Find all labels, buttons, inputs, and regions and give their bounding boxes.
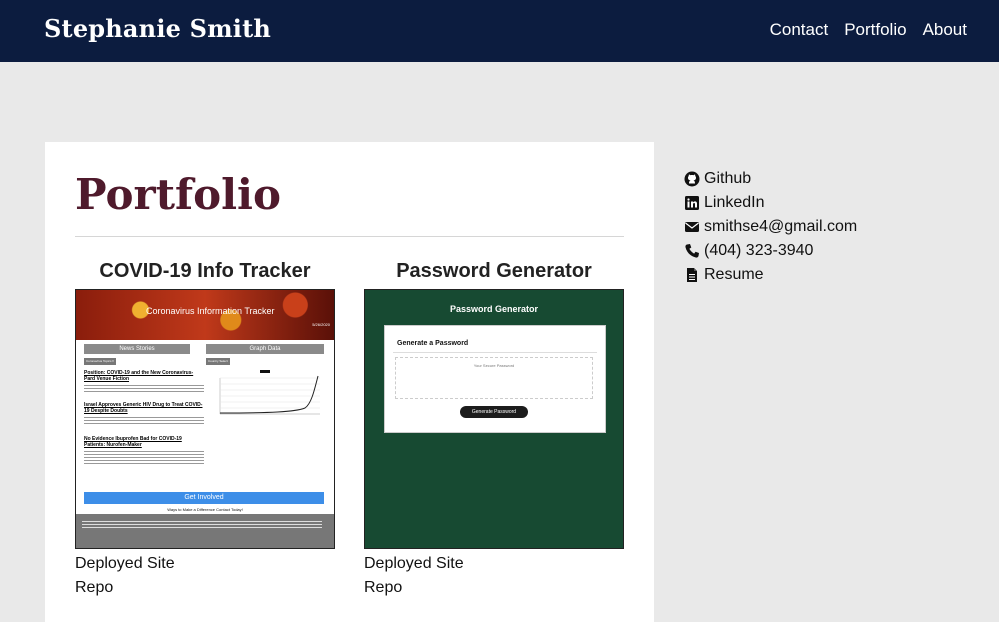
thumbnail-password-area: Your Secure Password bbox=[395, 357, 593, 399]
nav-links: Contact Portfolio About bbox=[770, 20, 967, 40]
linkedin-icon bbox=[685, 196, 699, 210]
thumbnail-news-text bbox=[84, 450, 204, 464]
repo-link[interactable]: Repo bbox=[75, 579, 335, 597]
resume-label: Resume bbox=[704, 266, 764, 283]
thumbnail-cta: Get Involved bbox=[84, 492, 324, 504]
deployed-site-link[interactable]: Deployed Site bbox=[75, 555, 335, 573]
github-label: Github bbox=[704, 170, 752, 187]
thumbnail-placeholder: Your Secure Password bbox=[473, 363, 515, 368]
thumbnail-graph-heading: Graph Data bbox=[206, 344, 324, 354]
envelope-icon bbox=[685, 222, 699, 232]
navbar: Stephanie Smith Contact Portfolio About bbox=[0, 0, 999, 62]
thumbnail-news-text bbox=[84, 416, 204, 426]
thumbnail-background: Password Generator Generate a Password Y… bbox=[365, 290, 623, 548]
project-thumbnail[interactable]: Password Generator Generate a Password Y… bbox=[364, 289, 624, 549]
nav-link-contact[interactable]: Contact bbox=[770, 20, 829, 40]
deployed-site-link[interactable]: Deployed Site bbox=[364, 555, 624, 573]
title-divider bbox=[75, 236, 624, 237]
linkedin-label: LinkedIn bbox=[704, 194, 765, 211]
thumbnail-country-button: Country Select bbox=[206, 358, 230, 365]
project-thumbnail[interactable]: Coronavirus Information Tracker 5/26/202… bbox=[75, 289, 335, 549]
brand-name[interactable]: Stephanie Smith bbox=[44, 14, 271, 43]
thumbnail-topic-button: Coronavirus Topics ▾ bbox=[84, 358, 116, 365]
thumbnail-card-title: Generate a Password bbox=[397, 340, 469, 347]
nav-link-portfolio[interactable]: Portfolio bbox=[844, 20, 906, 40]
thumbnail-app-title: Password Generator bbox=[449, 304, 539, 314]
portfolio-card: Portfolio COVID-19 Info Tracker Coronavi… bbox=[45, 142, 654, 622]
project-title: Password Generator bbox=[396, 260, 592, 282]
thumbnail-chart bbox=[219, 370, 320, 415]
github-link[interactable]: Github bbox=[684, 167, 857, 191]
contact-sidebar: Github LinkedIn smithse4@gmail.com (404)… bbox=[684, 167, 857, 287]
thumbnail-card-divider bbox=[393, 352, 597, 353]
phone-label: (404) 323-3940 bbox=[704, 242, 814, 259]
resume-link[interactable]: Resume bbox=[684, 263, 857, 287]
project-covid: COVID-19 Info Tracker Coronavirus Inform… bbox=[75, 260, 335, 597]
thumbnail-news-heading: News Stories bbox=[84, 344, 190, 354]
thumbnail-news-headline: No Evidence Ibuprofen Bad for COVID-19 P… bbox=[84, 436, 182, 448]
nav-link-about[interactable]: About bbox=[923, 20, 967, 40]
github-icon bbox=[684, 171, 700, 187]
thumbnail-news-text bbox=[84, 384, 204, 394]
thumbnail-generate-button: Generate Password bbox=[460, 406, 528, 418]
thumbnail-footer bbox=[76, 514, 334, 548]
phone-icon bbox=[685, 244, 699, 258]
email-link[interactable]: smithse4@gmail.com bbox=[684, 215, 857, 239]
thumbnail-ways-text: Ways to Make a Difference Contact Today! bbox=[167, 507, 243, 512]
thumbnail-banner: Coronavirus Information Tracker 5/26/202… bbox=[76, 290, 334, 340]
linkedin-link[interactable]: LinkedIn bbox=[684, 191, 857, 215]
thumbnail-body: News Stories Graph Data Coronavirus Topi… bbox=[76, 340, 334, 548]
thumbnail-banner-date: 5/26/2020 bbox=[312, 322, 330, 327]
document-icon bbox=[687, 268, 697, 282]
project-title: COVID-19 Info Tracker bbox=[99, 260, 311, 282]
thumbnail-banner-title: Coronavirus Information Tracker bbox=[146, 306, 275, 316]
email-label: smithse4@gmail.com bbox=[704, 218, 858, 235]
thumbnail-news-headline: Israel Approves Generic HIV Drug to Trea… bbox=[84, 402, 203, 414]
phone-link[interactable]: (404) 323-3940 bbox=[684, 239, 857, 263]
thumbnail-news-headline: Position: COVID-19 and the New Coronavir… bbox=[84, 370, 194, 382]
project-password: Password Generator Password Generator Ge… bbox=[364, 260, 624, 597]
page-title: Portfolio bbox=[75, 170, 282, 219]
repo-link[interactable]: Repo bbox=[364, 579, 624, 597]
